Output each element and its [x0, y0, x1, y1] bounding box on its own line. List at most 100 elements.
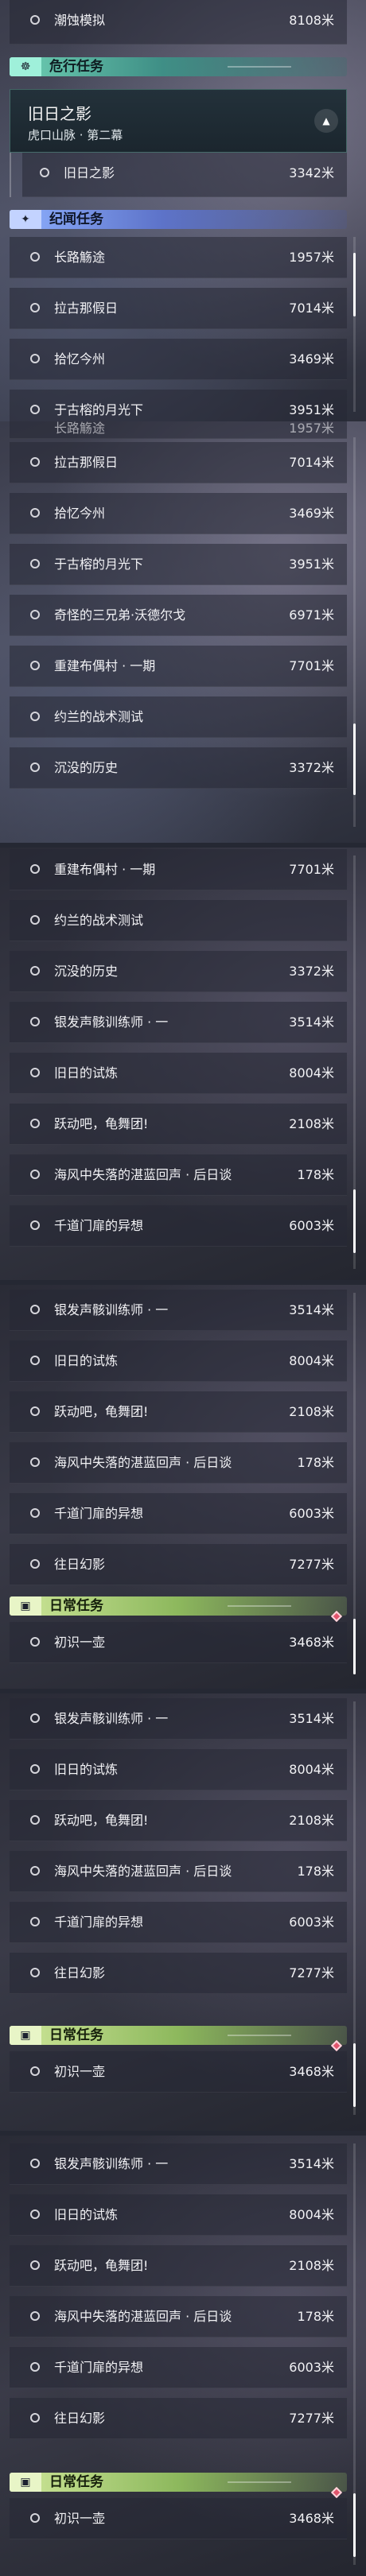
list-item[interactable]: 拉古那假日 7014米 — [10, 442, 347, 483]
circle-icon — [30, 1457, 40, 1467]
list-item[interactable]: 拾忆今州 3469米 — [10, 339, 347, 380]
list-item[interactable]: 旧日的试炼 8004米 — [10, 1749, 347, 1790]
item-label: 长路觞途 — [54, 421, 106, 436]
list-item[interactable]: 往日幻影 7277米 — [10, 1953, 347, 1994]
scrollbar-thumb[interactable] — [353, 1189, 356, 1253]
circle-icon — [30, 1764, 40, 1774]
list-item[interactable]: 于古榕的月光下 3951米 — [10, 390, 347, 421]
list-item[interactable]: 旧日的试炼 8004米 — [10, 1053, 347, 1094]
list-item[interactable]: 银发声骸训练师 · 一 3514米 — [10, 1698, 347, 1740]
list-item[interactable]: 往日幻影 7277米 — [10, 2398, 347, 2439]
item-distance: 1957米 — [289, 421, 334, 436]
item-distance: 3372米 — [289, 760, 334, 775]
scrollbar-thumb[interactable] — [353, 724, 356, 795]
scrollbar-track[interactable] — [353, 1293, 356, 1674]
list-item[interactable]: 跃动吧，龟舞团! 2108米 — [10, 1800, 347, 1841]
item-label: 海风中失落的湛蓝回声 · 后日谈 — [54, 2309, 232, 2324]
circle-icon — [30, 15, 40, 25]
list-item[interactable]: 初识一壶 3468米 — [10, 2051, 347, 2093]
list-item[interactable]: 千道门扉的异想 6003米 — [10, 2347, 347, 2388]
section-header-daily[interactable]: ▣ 日常任务 — [10, 2026, 347, 2045]
divider — [228, 2481, 291, 2483]
circle-icon — [30, 1559, 40, 1569]
item-label: 约兰的战术测试 — [54, 709, 144, 724]
list-item[interactable]: 旧日的试炼 8004米 — [10, 2194, 347, 2236]
list-item[interactable]: 千道门扉的异想 6003米 — [10, 1902, 347, 1943]
list-item[interactable]: 沉没的历史 3372米 — [10, 951, 347, 992]
list-item[interactable]: 跃动吧，龟舞团! 2108米 — [10, 1104, 347, 1145]
list-item[interactable]: 旧日的试炼 8004米 — [10, 1340, 347, 1382]
list-item[interactable]: 银发声骸训练师 · 一 3514米 — [10, 2143, 347, 2185]
item-distance: 7701米 — [289, 658, 334, 673]
item-distance: 1957米 — [289, 250, 334, 265]
item-label: 千道门扉的异想 — [54, 1506, 144, 1521]
list-item[interactable]: 初识一壶 3468米 — [10, 2498, 347, 2539]
list-item[interactable]: 约兰的战术测试 — [10, 696, 347, 738]
item-distance: 178米 — [297, 1455, 334, 1470]
list-item[interactable]: 银发声骸训练师 · 一 3514米 — [10, 1290, 347, 1331]
list-item[interactable]: 拾忆今州 3469米 — [10, 493, 347, 534]
item-label: 重建布偶村 · 一期 — [54, 658, 156, 673]
list-item[interactable]: 跃动吧，龟舞团! 2108米 — [10, 1391, 347, 1433]
item-distance: 6003米 — [289, 1506, 334, 1521]
panel-4: 银发声骸训练师 · 一 3514米 旧日的试炼 8004米 跃动吧，龟舞团! 2… — [0, 1285, 366, 1689]
list-item[interactable]: 海风中失落的湛蓝回声 · 后日谈 178米 — [10, 1442, 347, 1484]
item-label: 海风中失落的湛蓝回声 · 后日谈 — [54, 1167, 232, 1182]
list-item[interactable]: 旧日之影 3342米 — [22, 153, 347, 197]
quest-location: 虎口山脉 · 第二幕 — [28, 128, 123, 142]
list-item[interactable]: 重建布偶村 · 一期 7701米 — [10, 646, 347, 687]
circle-icon — [30, 1917, 40, 1926]
scrollbar-thumb[interactable] — [353, 253, 356, 316]
item-label: 旧日之影 — [64, 165, 115, 180]
list-item[interactable]: 沉没的历史 3372米 — [10, 747, 347, 789]
list-item[interactable]: 跃动吧，龟舞团! 2108米 — [10, 2245, 347, 2287]
item-label: 往日幻影 — [54, 2411, 106, 2426]
scrollbar-thumb[interactable] — [353, 1619, 356, 1674]
book-icon: ▣ — [10, 2473, 41, 2492]
list-item[interactable]: 重建布偶村 · 一期 7701米 — [10, 849, 347, 890]
item-distance: 3342米 — [289, 165, 334, 180]
list-item[interactable]: 海风中失落的湛蓝回声 · 后日谈 178米 — [10, 1851, 347, 1892]
list-item[interactable]: 约兰的战术测试 — [10, 900, 347, 941]
item-label: 拉古那假日 — [54, 301, 119, 316]
item-label: 跃动吧，龟舞团! — [54, 2258, 149, 2273]
item-label: 重建布偶村 · 一期 — [54, 862, 156, 877]
item-distance: 3951米 — [289, 557, 334, 572]
circle-icon — [30, 2209, 40, 2219]
scrollbar-thumb[interactable] — [353, 2493, 356, 2557]
circle-icon — [30, 966, 40, 976]
list-item[interactable]: 初识一壶 3468米 — [10, 1622, 347, 1663]
list-item[interactable]: 往日幻影 7277米 — [10, 1544, 347, 1585]
circle-icon — [30, 457, 40, 467]
circle-icon — [30, 559, 40, 568]
section-header-danger[interactable]: ☸ 危行任务 — [10, 57, 347, 76]
list-item[interactable]: 拉古那假日 7014米 — [10, 288, 347, 329]
list-item[interactable]: 海风中失落的湛蓝回声 · 后日谈 178米 — [10, 1154, 347, 1196]
item-label: 跃动吧，龟舞团! — [54, 1813, 149, 1828]
item-label: 旧日的试炼 — [54, 1353, 119, 1368]
expanded-quest-card[interactable]: 旧日之影 虎口山脉 · 第二幕 ▲ — [10, 89, 347, 153]
scrollbar-thumb[interactable] — [353, 2043, 356, 2107]
section-header-story[interactable]: ✦ 纪闻任务 — [10, 210, 347, 229]
section-header-daily[interactable]: ▣ 日常任务 — [10, 1596, 347, 1616]
list-item[interactable]: 长路觞途 1957米 — [10, 421, 347, 439]
list-item[interactable]: 银发声骸训练师 · 一 3514米 — [10, 1002, 347, 1043]
chevron-up-icon[interactable]: ▲ — [314, 109, 338, 133]
item-distance: 3514米 — [289, 1711, 334, 1726]
list-item[interactable]: 千道门扉的异想 6003米 — [10, 1205, 347, 1247]
item-label: 银发声骸训练师 · 一 — [54, 1302, 169, 1317]
item-label: 旧日的试炼 — [54, 1065, 119, 1080]
item-distance: 2108米 — [289, 1404, 334, 1419]
circle-icon — [30, 1170, 40, 1179]
list-item[interactable]: 海风中失落的湛蓝回声 · 后日谈 178米 — [10, 2296, 347, 2337]
list-item[interactable]: 于古榕的月光下 3951米 — [10, 544, 347, 585]
circle-icon — [30, 508, 40, 518]
section-header-daily[interactable]: ▣ 日常任务 — [10, 2473, 347, 2492]
item-label: 于古榕的月光下 — [54, 402, 144, 417]
list-item[interactable]: 潮蚀模拟 8108米 — [10, 0, 347, 45]
list-item[interactable]: 千道门扉的异想 6003米 — [10, 1493, 347, 1534]
item-distance: 2108米 — [289, 1813, 334, 1828]
list-item[interactable]: 奇怪的三兄弟·沃德尔戈 6971米 — [10, 595, 347, 636]
list-item[interactable]: 长路觞途 1957米 — [10, 237, 347, 278]
section-title: 日常任务 — [49, 1598, 103, 1614]
